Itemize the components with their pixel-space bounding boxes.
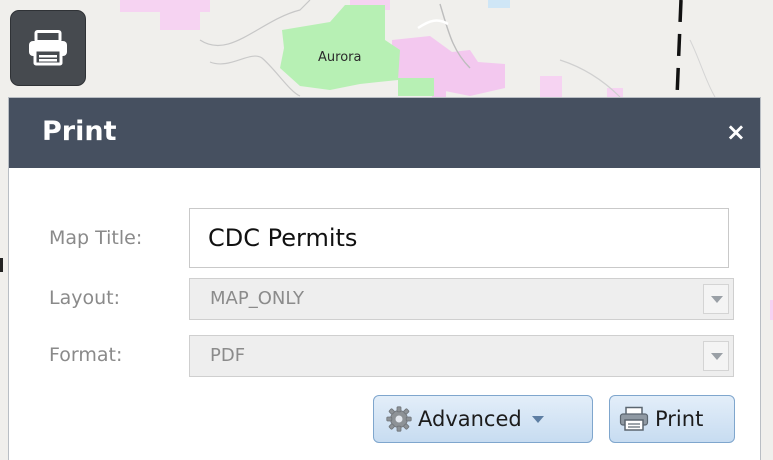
printer-icon [29, 30, 67, 66]
map-title-input[interactable] [189, 208, 729, 268]
advanced-button-label: Advanced [418, 407, 522, 431]
layout-label: Layout: [49, 287, 120, 309]
format-select-value: PDF [210, 345, 246, 366]
map-zone [280, 5, 400, 90]
map-zone [398, 78, 434, 96]
map-boundary-line [0, 258, 3, 272]
map-zone [540, 76, 562, 98]
format-label: Format: [49, 344, 123, 366]
advanced-button[interactable]: Advanced [373, 395, 593, 443]
map-zone [120, 0, 210, 12]
dialog-title: Print [42, 116, 117, 147]
print-tool-button[interactable] [10, 10, 86, 86]
print-button-label: Print [655, 407, 704, 431]
chevron-down-icon [703, 284, 729, 314]
print-button[interactable]: Print [609, 395, 735, 443]
close-icon[interactable]: × [726, 120, 746, 144]
format-dropdown-arrow[interactable] [699, 336, 733, 376]
print-dialog: Print × Map Title: Layout: MAP_ONLY Form… [8, 97, 761, 460]
gear-icon [386, 406, 412, 432]
map-road [417, 19, 449, 30]
format-select[interactable]: PDF [189, 335, 734, 377]
layout-select[interactable]: MAP_ONLY [189, 278, 734, 320]
layout-dropdown-arrow[interactable] [699, 279, 733, 319]
map-place-label: Aurora [318, 50, 362, 65]
printer-icon [619, 406, 649, 431]
map-zone [432, 82, 446, 98]
map-zone [160, 12, 200, 30]
map-boundary-line [675, 0, 683, 98]
map-road [689, 39, 716, 98]
chevron-down-icon [531, 415, 544, 423]
chevron-down-icon [703, 341, 729, 371]
map-zone [488, 0, 510, 8]
dialog-header: Print × [9, 98, 760, 168]
layout-select-value: MAP_ONLY [210, 288, 304, 309]
map-title-label: Map Title: [49, 227, 143, 249]
